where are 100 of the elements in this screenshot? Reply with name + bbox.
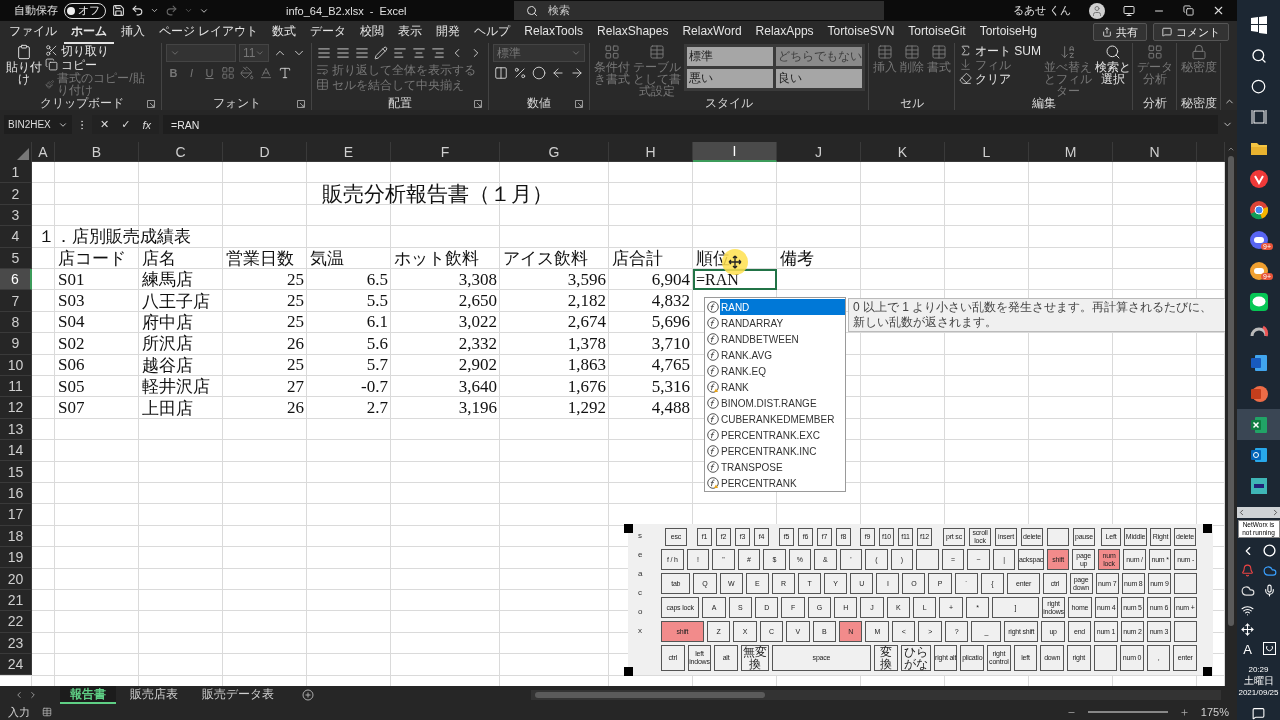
row-header[interactable]: 13 [0, 418, 32, 441]
browser-icon[interactable] [1248, 168, 1269, 189]
ribbon-tab[interactable]: 表示 [391, 20, 430, 44]
column-header[interactable]: L [945, 142, 1029, 162]
column-header[interactable]: H [609, 142, 693, 162]
column-header[interactable]: E [307, 142, 391, 162]
chat-icon[interactable] [1248, 230, 1269, 251]
speech-bubble-icon[interactable] [1248, 291, 1269, 312]
row-header[interactable]: 3 [0, 204, 32, 227]
document-icon[interactable] [1248, 353, 1269, 374]
close-icon[interactable] [1212, 4, 1225, 17]
caret-icon[interactable] [150, 6, 159, 15]
column-header[interactable]: A [32, 142, 55, 162]
row-header[interactable]: 14 [0, 440, 32, 462]
autocomplete-item[interactable]: PERCENTRANK.EXC [720, 427, 845, 443]
row-header[interactable]: 1 [0, 162, 32, 184]
browser-icon[interactable] [1248, 199, 1269, 220]
dialog-launcher-icon[interactable] [147, 100, 155, 108]
ribbon-tab[interactable]: 校閲 [353, 20, 392, 44]
sheet-tab[interactable]: 報告書 [60, 686, 116, 704]
ribbon-button[interactable]: 切り取り [45, 44, 145, 57]
autocomplete-item[interactable]: PERCENTRANK.INC [720, 443, 845, 459]
autocomplete-item[interactable]: PERCENTRANK [720, 475, 845, 491]
scroll-right-icon[interactable] [1271, 508, 1280, 518]
search-icon[interactable] [1250, 48, 1267, 64]
ribbon-tab[interactable]: TortoiseSVN [820, 22, 902, 42]
ribbon-tab[interactable]: ページ レイアウト [152, 20, 266, 44]
ribbon-button[interactable]: コピー [45, 58, 145, 71]
ribbon-tab[interactable]: ホーム [64, 20, 114, 44]
save-icon[interactable] [112, 4, 125, 17]
row-header[interactable]: 4 [0, 226, 32, 248]
ribbon-tab[interactable]: RelaxApps [748, 22, 821, 42]
sheet-tab[interactable]: 販売データ表 [192, 686, 284, 704]
row-header[interactable]: 10 [0, 354, 32, 376]
circle-icon[interactable] [1251, 79, 1266, 95]
column-header[interactable]: D [223, 142, 307, 162]
autocomplete-item[interactable]: RAND [720, 299, 845, 315]
row-header[interactable]: 11 [0, 375, 32, 398]
row-header[interactable]: 5 [0, 247, 32, 269]
column-header[interactable]: J [777, 142, 861, 162]
row-header[interactable]: 17 [0, 504, 32, 526]
active-cell[interactable]: =RAN [693, 268, 777, 291]
enter-button[interactable]: ✓ [121, 118, 131, 131]
ribbon-tab[interactable]: RelaxShapes [590, 22, 676, 42]
row-header[interactable]: 20 [0, 568, 32, 590]
resize-handle[interactable] [624, 524, 633, 533]
chat-icon[interactable] [1248, 261, 1269, 281]
column-header[interactable]: I [693, 142, 777, 162]
row-header[interactable]: 24 [0, 654, 32, 676]
column-header[interactable]: B [55, 142, 139, 162]
cell-style-option[interactable]: 標準 [687, 47, 773, 66]
column-header[interactable]: M [1029, 142, 1113, 162]
horizontal-scrollbar[interactable] [531, 690, 1221, 700]
spreadsheet-icon[interactable] [1248, 414, 1269, 435]
ribbon-tab[interactable]: 挿入 [114, 20, 152, 44]
autocomplete-item[interactable]: CUBERANKEDMEMBER [720, 411, 845, 427]
row-header[interactable]: 21 [0, 589, 32, 612]
ribbon-tab[interactable]: 開発 [429, 20, 468, 44]
ribbon-tab[interactable]: RelaxTools [517, 22, 591, 42]
comment-button[interactable]: コメント [1153, 23, 1229, 41]
cloud-icon[interactable] [1240, 584, 1255, 599]
dialog-launcher-icon[interactable] [474, 100, 482, 108]
row-header[interactable]: 16 [0, 482, 32, 505]
autocomplete-item[interactable]: RANK [720, 379, 845, 395]
ribbon-tab[interactable]: RelaxWord [675, 22, 749, 42]
autocomplete-item[interactable]: TRANSPOSE [720, 459, 845, 475]
slides-icon[interactable] [1248, 383, 1269, 404]
column-header[interactable]: G [500, 142, 609, 162]
previous-sheet-icon[interactable] [14, 690, 24, 700]
cell-style-option[interactable]: 良い [776, 69, 862, 88]
cell-style-option[interactable]: 悪い [687, 69, 773, 88]
sheet-tab[interactable]: 販売店表 [120, 686, 188, 704]
zoom-in-icon[interactable] [1179, 707, 1189, 717]
ribbon-tab[interactable]: TortoiseHg [972, 22, 1045, 42]
input-mode-indicator[interactable]: A [1243, 642, 1252, 658]
column-header[interactable]: F [391, 142, 500, 162]
notifications-icon[interactable] [1252, 707, 1265, 720]
autocomplete-item[interactable]: RANK.EQ [720, 363, 845, 379]
ribbon-display-icon[interactable] [1123, 4, 1135, 17]
add-sheet-icon[interactable] [302, 689, 314, 701]
scroll-left-icon[interactable] [1237, 508, 1246, 518]
ime-icon[interactable] [1263, 642, 1276, 656]
resize-handle[interactable] [1203, 524, 1212, 533]
row-header[interactable]: 12 [0, 397, 32, 419]
autocomplete-item[interactable]: RANDARRAY [720, 315, 845, 331]
tray-scrollbar[interactable] [1237, 507, 1280, 519]
ribbon-button[interactable]: 貼り付け [6, 44, 42, 85]
autocomplete-item[interactable]: RANDBETWEEN [720, 331, 845, 347]
resize-handle[interactable] [624, 667, 633, 676]
ribbon-button[interactable]: オート SUM [959, 44, 1041, 57]
name-box[interactable]: BIN2HEX [4, 115, 72, 134]
autocomplete-item[interactable]: BINOM.DIST.RANGE [720, 395, 845, 411]
scroll-up-icon[interactable] [1227, 145, 1235, 153]
row-header[interactable]: 15 [0, 461, 32, 483]
cancel-button[interactable]: ✕ [100, 118, 110, 131]
redo-icon[interactable] [165, 4, 178, 17]
column-header[interactable]: N [1113, 142, 1197, 162]
circle-icon[interactable] [1263, 544, 1276, 558]
app-icon[interactable] [1248, 476, 1269, 497]
column-header[interactable]: C [139, 142, 223, 162]
